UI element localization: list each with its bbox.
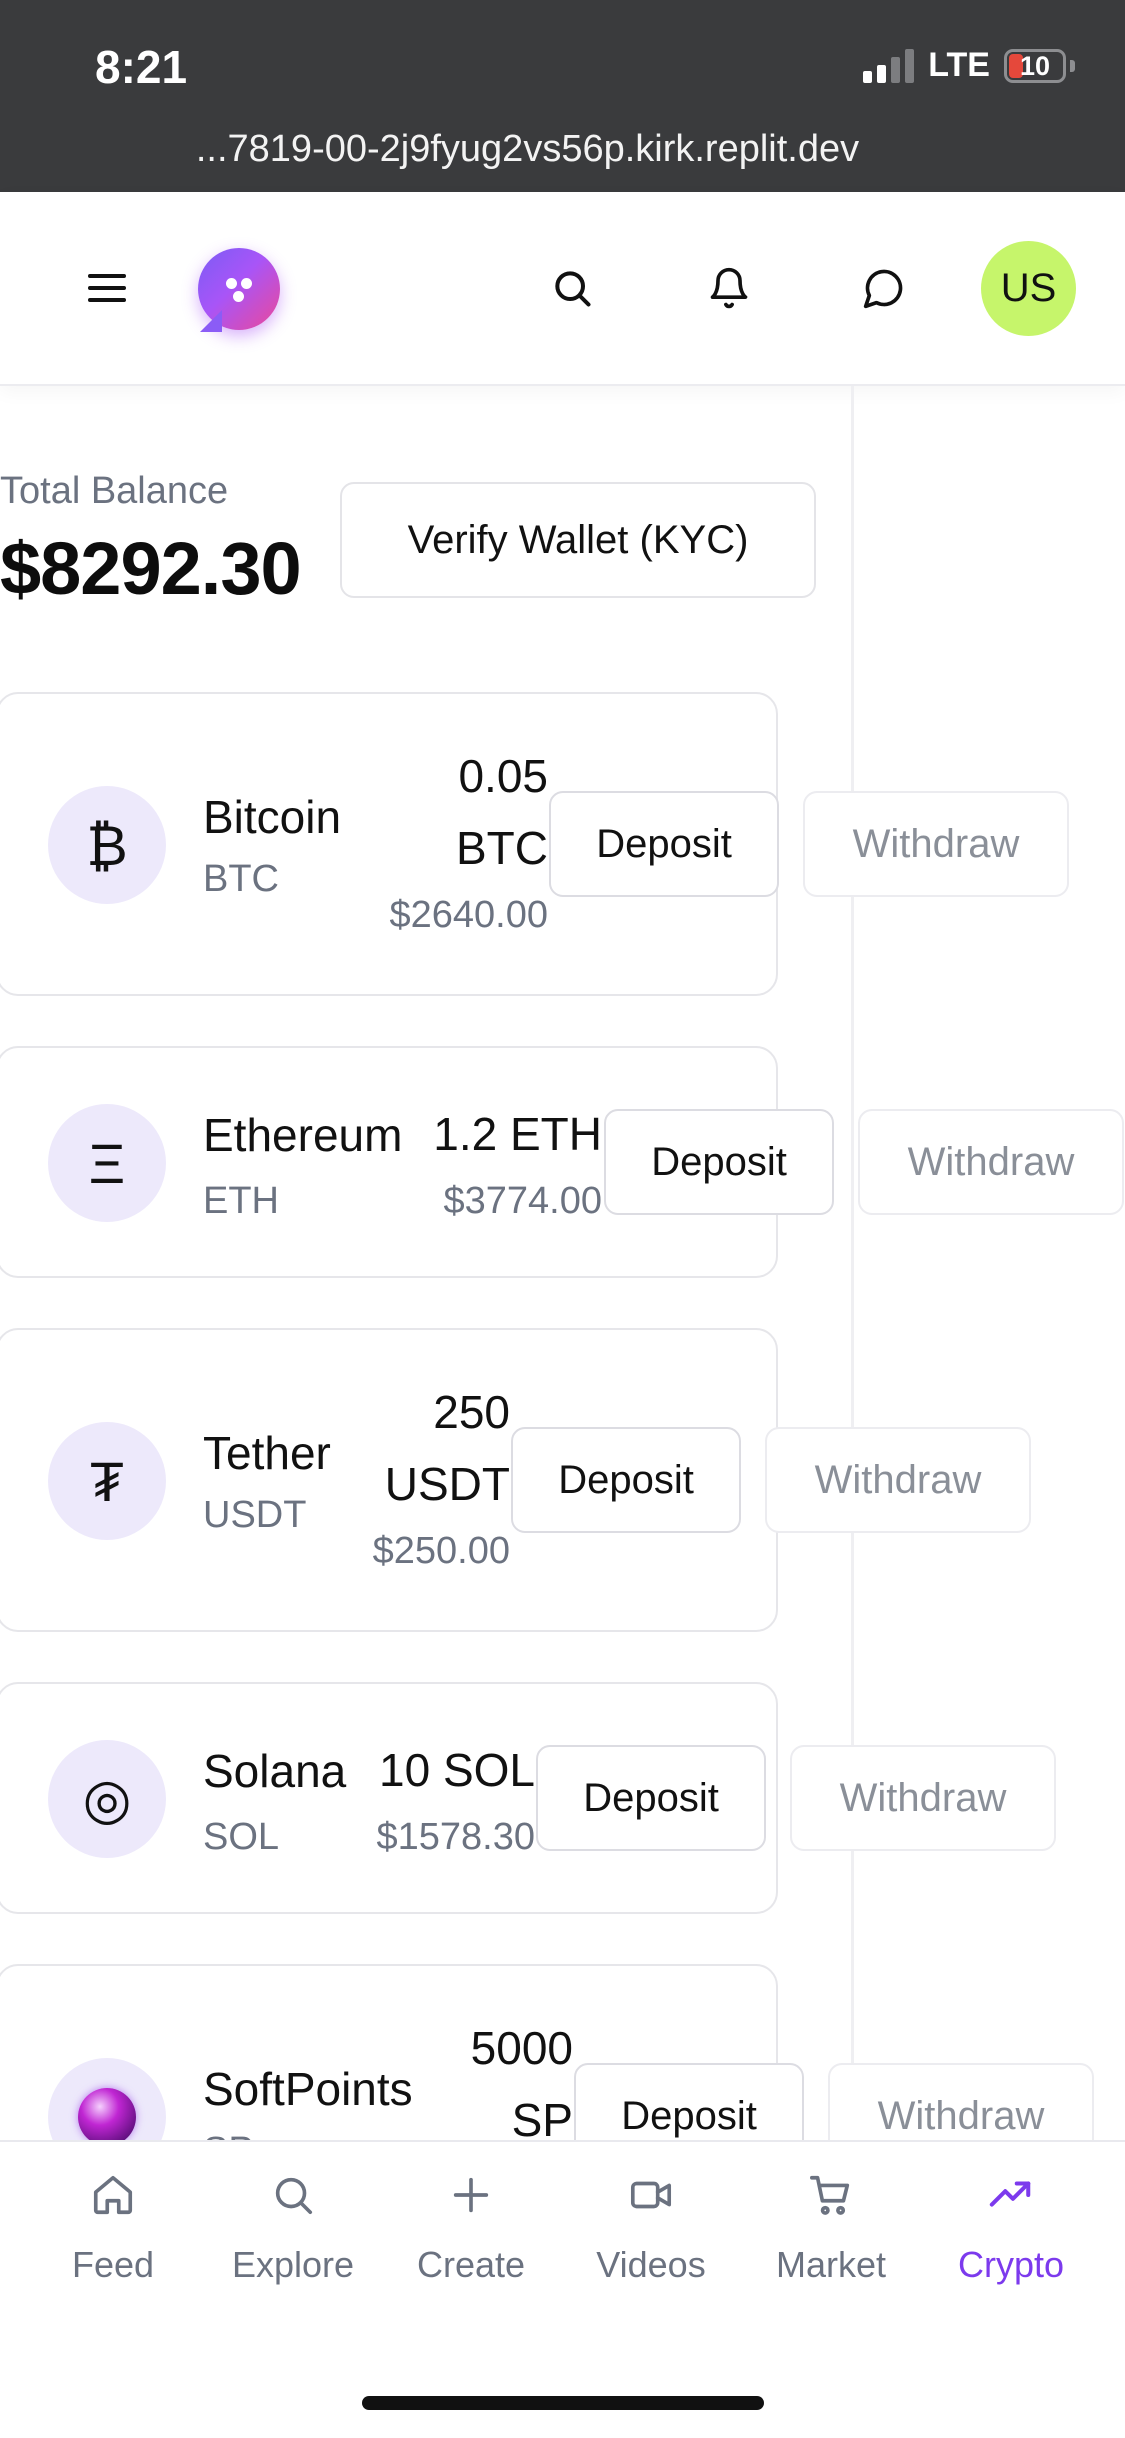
asset-amount: 10 SOL: [368, 1734, 535, 1806]
nav-label: Feed: [71, 2244, 155, 2285]
trending-up-icon: [989, 2181, 1031, 2207]
battery-icon: 10: [1004, 48, 1066, 83]
asset-name: Tether: [203, 1427, 331, 1479]
asset-amount-value: 0.05: [458, 750, 548, 802]
asset-amount-value: 10 SOL: [379, 1744, 535, 1796]
asset-amount-value: 1.2 ETH: [433, 1108, 602, 1160]
nav-label: Create: [416, 2244, 526, 2285]
deposit-button-eth[interactable]: Deposit: [604, 1109, 834, 1215]
shopping-cart-icon: [810, 2175, 850, 2215]
app-header: US: [0, 192, 1125, 386]
asset-name: Ethereum: [203, 1109, 403, 1161]
asset-fiat-value: $1578.30: [376, 1816, 536, 1858]
asset-fiat-value: $250.00: [372, 1530, 510, 1572]
withdraw-button-eth[interactable]: Withdraw: [858, 1109, 1124, 1215]
signal-icon: [863, 48, 915, 83]
asset-amount: 0.05 BTC: [398, 740, 548, 884]
nav-label: Videos: [596, 2244, 706, 2285]
withdraw-button-btc[interactable]: Withdraw: [803, 791, 1069, 897]
asset-fiat-value: $3774.00: [443, 1180, 603, 1222]
nav-label: Market: [775, 2244, 887, 2285]
asset-amount-value: 5000: [470, 2022, 573, 2074]
battery-level: 10: [1019, 50, 1051, 81]
nav-feed[interactable]: Feed: [23, 2172, 203, 2286]
status-time: 8:21: [95, 41, 188, 93]
status-indicators: LTE 10: [863, 46, 1075, 85]
search-icon: [275, 2177, 313, 2215]
nav-crypto[interactable]: Crypto: [921, 2172, 1101, 2286]
total-balance-value: $8292.30: [0, 527, 302, 610]
ethereum-icon: Ξ: [48, 1104, 166, 1222]
deposit-button-btc[interactable]: Deposit: [549, 791, 779, 897]
message-circle-icon[interactable]: [852, 256, 916, 320]
withdraw-button-sol[interactable]: Withdraw: [790, 1745, 1056, 1851]
tether-icon: ₮: [48, 1422, 166, 1540]
withdraw-button-usdt[interactable]: Withdraw: [765, 1427, 1031, 1533]
home-indicator: [362, 2396, 764, 2410]
avatar[interactable]: US: [981, 241, 1076, 336]
asset-amount: 250 USDT: [348, 1376, 510, 1520]
nav-market[interactable]: Market: [741, 2172, 921, 2286]
search-icon[interactable]: [540, 256, 604, 320]
nav-explore[interactable]: Explore: [203, 2172, 383, 2286]
verify-wallet-kyc-button[interactable]: Verify Wallet (KYC): [340, 482, 816, 598]
nav-videos[interactable]: Videos: [561, 2172, 741, 2286]
asset-name: SoftPoints: [203, 2063, 413, 2115]
column-divider: [851, 386, 854, 2142]
network-label: LTE: [928, 46, 990, 84]
asset-amount: 1.2 ETH: [418, 1098, 602, 1170]
asset-name: Solana: [203, 1745, 347, 1797]
bitcoin-icon: ₿: [48, 786, 166, 904]
browser-status-bar: 8:21 LTE 10 ...7819-00-2j9fyug2vs56p.kir…: [0, 0, 1125, 192]
video-icon: [630, 2181, 672, 2209]
app-logo[interactable]: [198, 248, 280, 332]
hamburger-icon[interactable]: [88, 274, 126, 302]
asset-amount-unit: BTC: [456, 822, 548, 874]
nav-label: Crypto: [957, 2244, 1065, 2285]
nav-create[interactable]: Create: [381, 2172, 561, 2286]
asset-fiat-value: $2640.00: [389, 894, 549, 936]
bell-icon[interactable]: [697, 256, 761, 320]
bottom-navigation: Feed Explore Create Videos Market Crypto: [0, 2140, 1125, 2438]
deposit-button-usdt[interactable]: Deposit: [511, 1427, 741, 1533]
solana-icon: ◎: [48, 1740, 166, 1858]
asset-symbol: SOL: [203, 1816, 280, 1858]
home-icon: [93, 2175, 133, 2215]
asset-amount-value: 250: [433, 1386, 510, 1438]
total-balance-label: Total Balance: [0, 470, 229, 512]
plus-icon: [453, 2177, 489, 2213]
asset-name: Bitcoin: [203, 791, 342, 843]
asset-amount-unit: USDT: [384, 1458, 510, 1510]
url-bar[interactable]: ...7819-00-2j9fyug2vs56p.kirk.replit.dev: [0, 128, 1055, 171]
deposit-button-sol[interactable]: Deposit: [536, 1745, 766, 1851]
asset-symbol: ETH: [203, 1180, 279, 1222]
nav-label: Explore: [231, 2244, 355, 2285]
asset-amount: 5000 SP: [418, 2012, 573, 2156]
asset-symbol: BTC: [203, 858, 279, 900]
